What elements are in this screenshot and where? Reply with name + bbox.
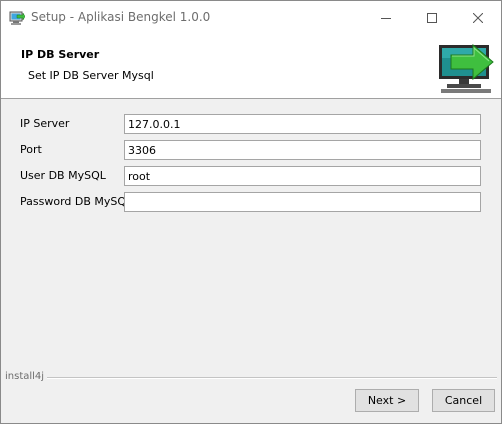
- minimize-icon: [381, 17, 391, 19]
- close-button[interactable]: [455, 1, 501, 34]
- minimize-button[interactable]: [363, 1, 409, 34]
- installer-icon: [9, 10, 26, 26]
- maximize-button[interactable]: [409, 1, 455, 34]
- port-input[interactable]: [124, 140, 481, 160]
- ip-server-label: IP Server: [20, 117, 70, 130]
- password-db-input[interactable]: [124, 192, 481, 212]
- port-label: Port: [20, 143, 42, 156]
- page-title: IP DB Server: [21, 48, 100, 61]
- page-subtitle: Set IP DB Server Mysql: [28, 69, 154, 82]
- window-title: Setup - Aplikasi Bengkel 1.0.0: [31, 10, 211, 24]
- footer-divider: [47, 377, 497, 379]
- ip-server-input[interactable]: [124, 114, 481, 134]
- cancel-button[interactable]: Cancel: [432, 389, 495, 412]
- next-button[interactable]: Next >: [355, 389, 419, 412]
- header-banner: IP DB Server Set IP DB Server Mysql: [1, 34, 501, 99]
- setup-window: Setup - Aplikasi Bengkel 1.0.0 IP DB Ser…: [0, 0, 502, 424]
- user-db-label: User DB MySQL: [20, 169, 106, 182]
- user-db-input[interactable]: [124, 166, 481, 186]
- title-bar[interactable]: Setup - Aplikasi Bengkel 1.0.0: [1, 1, 501, 34]
- install4j-brand: install4j: [5, 371, 45, 382]
- maximize-icon: [427, 12, 437, 23]
- monitor-arrow-icon: [437, 39, 495, 95]
- password-db-label: Password DB MySQL: [20, 195, 133, 208]
- close-icon: [473, 12, 483, 23]
